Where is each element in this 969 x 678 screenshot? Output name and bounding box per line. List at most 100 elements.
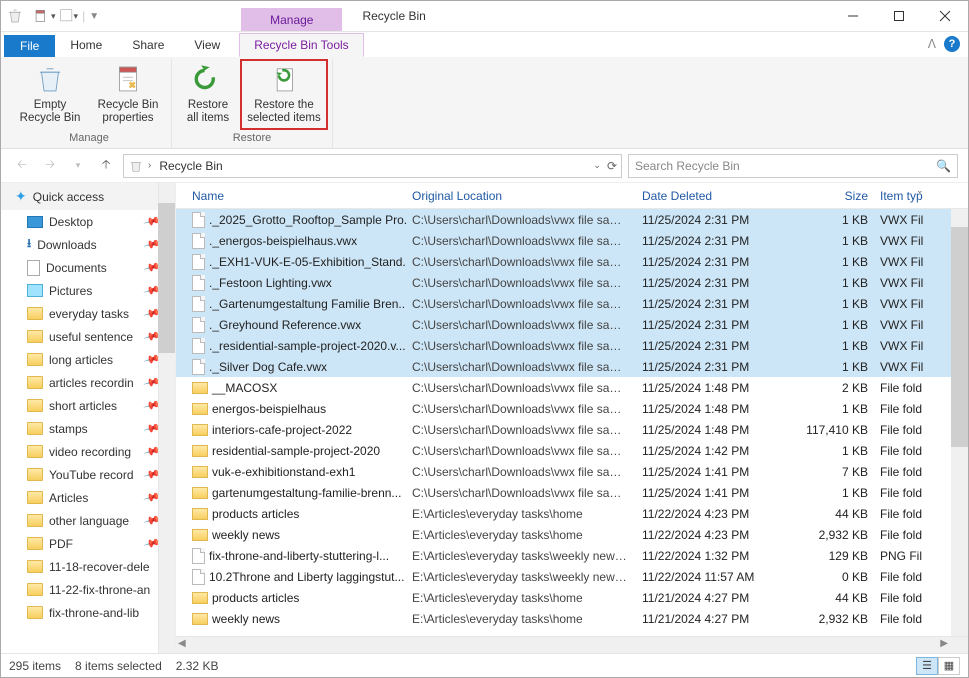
qat-dropdown-icon[interactable]: ▾	[51, 11, 56, 22]
help-icon[interactable]: ?	[944, 36, 960, 52]
cell-size: 1 KB	[796, 234, 874, 248]
table-row[interactable]: ._residential-sample-project-2020.v...C:…	[176, 335, 968, 356]
restore-selected-items-button[interactable]: Restore the selected items	[240, 59, 328, 130]
navigation-pane[interactable]: ✦ Quick access Desktop📌⭳Downloads📌Docume…	[1, 183, 176, 653]
maximize-button[interactable]	[876, 1, 922, 31]
recycle-bin-icon[interactable]	[3, 4, 27, 28]
nav-item[interactable]: 11-18-recover-dele	[1, 555, 175, 578]
minimize-button[interactable]	[830, 1, 876, 31]
search-icon[interactable]: 🔍	[936, 159, 951, 173]
refresh-icon[interactable]: ⟳	[607, 159, 617, 173]
folder-icon	[192, 424, 208, 436]
properties-icon[interactable]	[29, 4, 53, 28]
table-row[interactable]: weekly newsE:\Articles\everyday tasks\ho…	[176, 524, 968, 545]
table-row[interactable]: vuk-e-exhibitionstand-exh1C:\Users\charl…	[176, 461, 968, 482]
cell-date: 11/22/2024 1:32 PM	[636, 549, 796, 563]
chevron-right-icon[interactable]: ›	[148, 160, 151, 171]
nav-item-label: fix-throne-and-lib	[49, 606, 139, 620]
table-row[interactable]: residential-sample-project-2020C:\Users\…	[176, 440, 968, 461]
close-button[interactable]	[922, 1, 968, 31]
file-list[interactable]: ._2025_Grotto_Rooftop_Sample Pro...C:\Us…	[176, 209, 968, 629]
share-tab[interactable]: Share	[117, 33, 179, 57]
cell-location: C:\Users\charl\Downloads\vwx file samp..…	[406, 339, 636, 353]
ribbon-tabs: File Home Share View Recycle Bin Tools ᐱ…	[1, 32, 968, 57]
nav-item[interactable]: useful sentence📌	[1, 325, 175, 348]
nav-item[interactable]: PDF📌	[1, 532, 175, 555]
table-row[interactable]: ._energos-beispielhaus.vwxC:\Users\charl…	[176, 230, 968, 251]
collapse-ribbon-icon[interactable]: ᐱ	[928, 37, 936, 51]
forward-button[interactable]: 🡢	[39, 155, 61, 177]
col-date-deleted[interactable]: Date Deleted	[636, 189, 796, 203]
table-row[interactable]: fix-throne-and-liberty-stuttering-l...E:…	[176, 545, 968, 566]
table-row[interactable]: interiors-cafe-project-2022C:\Users\char…	[176, 419, 968, 440]
table-row[interactable]: weekly newsE:\Articles\everyday tasks\ho…	[176, 608, 968, 629]
table-row[interactable]: gartenumgestaltung-familie-brenn...C:\Us…	[176, 482, 968, 503]
nav-item[interactable]: YouTube record📌	[1, 463, 175, 486]
table-row[interactable]: ._Greyhound Reference.vwxC:\Users\charl\…	[176, 314, 968, 335]
nav-item[interactable]: long articles📌	[1, 348, 175, 371]
details-view-button[interactable]: ☰	[916, 657, 938, 675]
address-dropdown-icon[interactable]: ⌄	[593, 160, 601, 171]
table-row[interactable]: __MACOSXC:\Users\charl\Downloads\vwx fil…	[176, 377, 968, 398]
folder-icon	[192, 382, 208, 394]
qat-overflow-icon[interactable]: ▼	[89, 11, 99, 22]
column-headers[interactable]: Name Original Location Date Deleted Size…	[176, 183, 968, 209]
nav-item[interactable]: Desktop📌	[1, 210, 175, 233]
cell-location: C:\Users\charl\Downloads\vwx file samp..…	[406, 234, 636, 248]
qat-customize-icon[interactable]: ▾	[74, 11, 79, 22]
up-button[interactable]: 🡡	[95, 155, 117, 177]
cell-date: 11/21/2024 4:27 PM	[636, 591, 796, 605]
nav-item[interactable]: Pictures📌	[1, 279, 175, 302]
nav-item[interactable]: ⭳Downloads📌	[1, 233, 175, 256]
address-bar[interactable]: › Recycle Bin ⌄ ⟳	[123, 154, 622, 178]
nav-item[interactable]: Documents📌	[1, 256, 175, 279]
back-button[interactable]: 🡠	[11, 155, 33, 177]
restore-all-items-button[interactable]: Restore all items	[176, 59, 240, 130]
cell-size: 7 KB	[796, 465, 874, 479]
content-scrollbar[interactable]	[951, 209, 968, 636]
table-row[interactable]: ._Festoon Lighting.vwxC:\Users\charl\Dow…	[176, 272, 968, 293]
nav-item[interactable]: video recording📌	[1, 440, 175, 463]
large-icons-view-button[interactable]: ▦	[938, 657, 960, 675]
nav-item[interactable]: articles recordin📌	[1, 371, 175, 394]
cell-location: C:\Users\charl\Downloads\vwx file samp..…	[406, 465, 636, 479]
empty-recycle-bin-button[interactable]: Empty Recycle Bin	[11, 59, 89, 130]
cell-name: products articles	[212, 591, 299, 605]
nav-item[interactable]: stamps📌	[1, 417, 175, 440]
table-row[interactable]: ._EXH1-VUK-E-05-Exhibition_Stand...C:\Us…	[176, 251, 968, 272]
ribbon-group-restore: Restore all items Restore the selected i…	[172, 59, 333, 148]
col-original-location[interactable]: Original Location	[406, 189, 636, 203]
breadcrumb-recycle-bin[interactable]: Recycle Bin	[155, 159, 226, 173]
history-dropdown-icon[interactable]: ▾	[67, 155, 89, 177]
recycle-bin-tools-tab[interactable]: Recycle Bin Tools	[239, 33, 364, 57]
nav-item[interactable]: 11-22-fix-throne-an	[1, 578, 175, 601]
file-tab[interactable]: File	[4, 35, 55, 57]
cell-size: 1 KB	[796, 339, 874, 353]
col-size[interactable]: Size	[796, 189, 874, 203]
horizontal-scrollbar[interactable]: ◀ ▶	[176, 636, 968, 653]
folder-icon	[192, 529, 208, 541]
search-input[interactable]: Search Recycle Bin 🔍	[628, 154, 958, 178]
nav-item[interactable]: everyday tasks📌	[1, 302, 175, 325]
ribbon-group-manage: Empty Recycle Bin Recycle Bin properties…	[7, 59, 172, 148]
table-row[interactable]: energos-beispielhausC:\Users\charl\Downl…	[176, 398, 968, 419]
table-row[interactable]: products articlesE:\Articles\everyday ta…	[176, 587, 968, 608]
col-name[interactable]: Name	[186, 189, 406, 203]
table-row[interactable]: 10.2Throne and Liberty laggingstut...E:\…	[176, 566, 968, 587]
home-tab[interactable]: Home	[55, 33, 117, 57]
table-row[interactable]: ._Gartenumgestaltung Familie Bren...C:\U…	[176, 293, 968, 314]
nav-item[interactable]: fix-throne-and-lib	[1, 601, 175, 624]
table-row[interactable]: ._Silver Dog Cafe.vwxC:\Users\charl\Down…	[176, 356, 968, 377]
cell-date: 11/25/2024 2:31 PM	[636, 276, 796, 290]
quick-access-header[interactable]: ✦ Quick access	[1, 183, 175, 210]
table-row[interactable]: ._2025_Grotto_Rooftop_Sample Pro...C:\Us…	[176, 209, 968, 230]
nav-item[interactable]: other language📌	[1, 509, 175, 532]
col-item-type[interactable]: Item typ	[874, 189, 934, 203]
cell-name: products articles	[212, 507, 299, 521]
nav-scrollbar[interactable]	[158, 183, 175, 653]
nav-item[interactable]: Articles📌	[1, 486, 175, 509]
nav-item[interactable]: short articles📌	[1, 394, 175, 417]
view-tab[interactable]: View	[179, 33, 235, 57]
recycle-bin-properties-button[interactable]: Recycle Bin properties	[89, 59, 167, 130]
table-row[interactable]: products articlesE:\Articles\everyday ta…	[176, 503, 968, 524]
